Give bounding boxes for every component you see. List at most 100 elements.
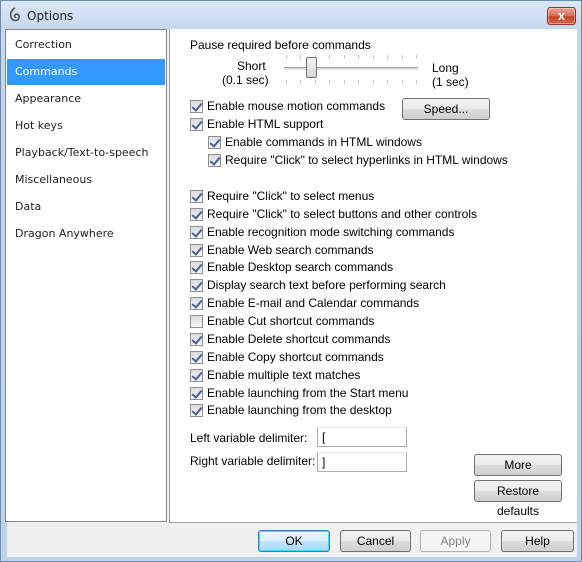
checkbox-row[interactable]: Enable Copy shortcut commands: [190, 349, 384, 365]
cancel-button[interactable]: Cancel: [340, 530, 411, 552]
checkbox-row[interactable]: Enable multiple text matches: [190, 367, 360, 383]
checkbox-checked[interactable]: [190, 403, 203, 417]
checkbox-checked[interactable]: [208, 135, 221, 149]
slider-tick: [358, 55, 359, 59]
category-list[interactable]: Correction Commands Appearance Hot keys Play…: [5, 29, 167, 522]
slider-tick: [315, 80, 316, 84]
dialog-client-area: Correction Commands Appearance Hot keys Play…: [5, 29, 577, 557]
sidebar-item-miscellaneous[interactable]: Miscellaneous: [7, 167, 165, 193]
checkbox-row[interactable]: Enable E-mail and Calendar commands: [190, 295, 419, 311]
checkbox-row[interactable]: Enable HTML support: [190, 116, 323, 132]
slider-tick: [387, 55, 388, 59]
options-window: Options x Correction Commands Appearance Ho…: [0, 0, 582, 562]
checkbox-label: Require "Click" to select buttons and ot…: [207, 207, 477, 221]
checkbox-label: Enable E-mail and Calendar commands: [207, 296, 420, 310]
checkbox-label: Enable mouse motion commands: [207, 99, 386, 113]
slider-tick: [402, 80, 403, 84]
checkbox-row[interactable]: Enable commands in HTML windows: [208, 134, 422, 150]
slider-ticks-bottom: [286, 80, 420, 84]
slider-tick: [286, 80, 287, 84]
slider-tick: [416, 80, 417, 84]
pause-slider-track[interactable]: [284, 67, 418, 70]
checkbox-label: Require "Click" to select hyperlinks in …: [225, 153, 508, 167]
slider-long-label: Long: [432, 61, 459, 75]
close-button[interactable]: x: [547, 7, 576, 25]
commands-panel: Pause required before commands Short (0.…: [169, 29, 577, 523]
slider-tick: [358, 80, 359, 84]
checkbox-row[interactable]: Require "Click" to select menus: [190, 188, 374, 204]
slider-tick: [329, 80, 330, 84]
checkbox-checked[interactable]: [190, 99, 203, 113]
checkbox-label: Enable recognition mode switching comman…: [207, 225, 455, 239]
checkbox-checked[interactable]: [190, 243, 203, 257]
slider-tick: [300, 80, 301, 84]
sidebar-item-commands[interactable]: Commands: [7, 59, 165, 85]
checkbox-label: Enable launching from the desktop: [207, 403, 392, 417]
slider-tick: [387, 80, 388, 84]
sidebar-item-appearance[interactable]: Appearance: [7, 86, 165, 112]
checkbox-label: Enable HTML support: [207, 117, 324, 131]
checkbox-row[interactable]: Enable launching from the Start menu: [190, 385, 408, 401]
slider-tick: [373, 55, 374, 59]
window-title: Options: [27, 9, 74, 23]
slider-tick: [300, 55, 301, 59]
checkbox-checked[interactable]: [190, 207, 203, 221]
checkbox-checked[interactable]: [190, 386, 203, 400]
pause-label: Pause required before commands: [190, 38, 371, 52]
apply-button: Apply: [420, 530, 491, 552]
checkbox-row[interactable]: Enable mouse motion commands: [190, 98, 385, 114]
ok-button[interactable]: OK: [258, 530, 330, 552]
checkbox-checked[interactable]: [190, 225, 203, 239]
checkbox-row[interactable]: Enable Web search commands: [190, 242, 374, 258]
checkbox-label: Enable Delete shortcut commands: [207, 332, 391, 346]
slider-tick: [286, 55, 287, 59]
sidebar-item-correction[interactable]: Correction: [7, 32, 165, 58]
sidebar-item-data[interactable]: Data: [7, 194, 165, 220]
checkbox-row[interactable]: Display search text before performing se…: [190, 277, 446, 293]
right-delimiter-input[interactable]: [317, 452, 407, 472]
checkbox-row[interactable]: Enable Desktop search commands: [190, 259, 393, 275]
slider-long-value: (1 sec): [432, 75, 469, 89]
checkbox-row[interactable]: Require "Click" to select buttons and ot…: [190, 206, 477, 222]
pause-slider-thumb[interactable]: [306, 57, 317, 78]
more-commands-button[interactable]: More Commands: [474, 454, 562, 492]
checkbox-row[interactable]: Enable Delete shortcut commands: [190, 331, 390, 347]
checkbox-unchecked[interactable]: [190, 314, 203, 328]
checkbox-checked[interactable]: [190, 189, 203, 203]
slider-tick: [416, 55, 417, 59]
restore-defaults-button[interactable]: Restore defaults: [474, 480, 562, 518]
checkbox-checked[interactable]: [190, 332, 203, 346]
help-button[interactable]: Help: [501, 530, 574, 552]
checkbox-label: Enable launching from the Start menu: [207, 386, 409, 400]
checkbox-label: Enable Cut shortcut commands: [207, 314, 375, 328]
checkbox-label: Enable Copy shortcut commands: [207, 350, 384, 364]
sidebar-item-hot-keys[interactable]: Hot keys: [7, 113, 165, 139]
dragon-app-icon: [9, 7, 20, 22]
checkbox-checked[interactable]: [190, 117, 203, 131]
title-bar[interactable]: Options x: [1, 1, 581, 31]
slider-tick: [344, 80, 345, 84]
left-delimiter-input[interactable]: [317, 427, 407, 447]
checkbox-label: Display search text before performing se…: [207, 278, 446, 292]
checkbox-checked[interactable]: [190, 296, 203, 310]
right-delimiter-label: Right variable delimiter:: [190, 454, 316, 468]
sidebar-item-dragon-anywhere[interactable]: Dragon Anywhere: [7, 221, 165, 247]
slider-tick: [344, 55, 345, 59]
close-icon: x: [557, 8, 566, 23]
checkbox-checked[interactable]: [190, 260, 203, 274]
sidebar-item-playback-text-to-speech[interactable]: Playback/Text-to-speech: [7, 140, 165, 166]
checkbox-row[interactable]: Enable Cut shortcut commands: [190, 313, 374, 329]
speed-button[interactable]: Speed...: [402, 98, 490, 120]
checkbox-row[interactable]: Enable launching from the desktop: [190, 402, 392, 418]
checkbox-checked[interactable]: [190, 350, 203, 364]
slider-short-label: Short: [237, 59, 266, 73]
checkbox-checked[interactable]: [190, 278, 203, 292]
checkbox-row[interactable]: Enable recognition mode switching comman…: [190, 224, 454, 240]
slider-tick: [373, 80, 374, 84]
slider-short-value: (0.1 sec): [222, 73, 269, 87]
checkbox-checked[interactable]: [190, 368, 203, 382]
checkbox-checked[interactable]: [208, 153, 221, 167]
slider-tick: [329, 55, 330, 59]
checkbox-row[interactable]: Require "Click" to select hyperlinks in …: [208, 152, 508, 168]
left-delimiter-label: Left variable delimiter:: [190, 431, 308, 445]
